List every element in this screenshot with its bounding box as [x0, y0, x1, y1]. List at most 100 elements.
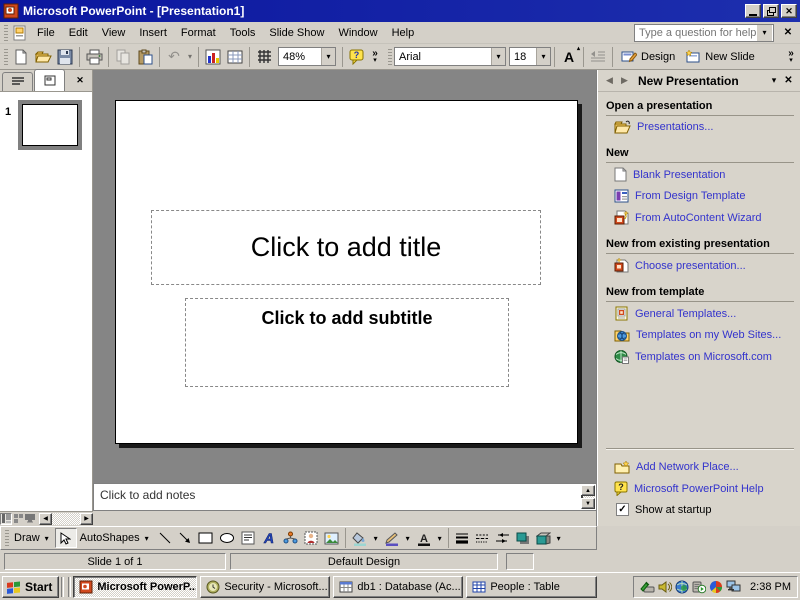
show-at-startup-checkbox[interactable]: ✓	[616, 503, 629, 516]
dash-style-button[interactable]	[472, 528, 492, 548]
oval-button[interactable]	[216, 528, 238, 548]
taskbar-button-db1[interactable]: db1 : Database (Ac...	[333, 575, 464, 598]
fill-color-button[interactable]	[349, 528, 371, 548]
subtitle-placeholder[interactable]: Click to add subtitle	[185, 298, 509, 387]
slide-canvas[interactable]: Click to add title Click to add subtitle	[115, 100, 578, 444]
status-design-name[interactable]: Default Design	[230, 553, 498, 570]
notes-pane[interactable]: Click to add notes ▲ ▼	[93, 483, 597, 511]
tab-outline[interactable]	[2, 72, 33, 91]
print-button[interactable]	[83, 46, 105, 68]
drawing-toolbar-gripper[interactable]	[5, 530, 9, 546]
insert-chart-button[interactable]	[202, 46, 224, 68]
horizontal-scrollbar-track[interactable]	[52, 512, 80, 525]
standard-toolbar-gripper[interactable]	[4, 48, 8, 65]
menu-format[interactable]: Format	[174, 24, 223, 42]
copy-button[interactable]	[112, 46, 134, 68]
restore-button[interactable]	[763, 4, 779, 18]
diagram-button[interactable]	[280, 528, 301, 548]
task-pane-dropdown-icon[interactable]: ▾	[767, 75, 781, 86]
fill-color-dropdown-icon[interactable]: ▾	[371, 534, 381, 543]
sql-server-service-icon[interactable]	[692, 580, 707, 594]
undo-dropdown-icon[interactable]: ▾	[185, 52, 195, 61]
link-general-templates[interactable]: General Templates...	[606, 302, 794, 324]
notes-scroll-up-button[interactable]: ▲	[581, 485, 595, 496]
font-name-dropdown-icon[interactable]: ▾	[491, 48, 505, 65]
link-from-autocontent-wizard[interactable]: From AutoContent Wizard	[606, 206, 794, 228]
minimize-button[interactable]	[745, 4, 761, 18]
font-size-dropdown-icon[interactable]: ▾	[536, 48, 550, 65]
link-presentations[interactable]: Presentations...	[606, 116, 794, 137]
clip-art-button[interactable]	[301, 528, 321, 548]
menu-edit[interactable]: Edit	[62, 24, 95, 42]
ask-dropdown-icon[interactable]: ▾	[757, 24, 772, 41]
menubar-gripper[interactable]	[4, 24, 8, 41]
powerpoint-app-icon[interactable]	[3, 3, 19, 19]
insert-table-button[interactable]	[224, 46, 246, 68]
slide-show-view-button[interactable]	[24, 513, 36, 525]
zoom-dropdown-icon[interactable]: ▾	[321, 48, 335, 65]
link-choose-presentation[interactable]: Choose presentation...	[606, 254, 794, 276]
show-grid-button[interactable]	[253, 46, 275, 68]
scroll-left-button[interactable]: ◀	[39, 512, 52, 525]
line-color-dropdown-icon[interactable]: ▾	[403, 534, 413, 543]
taskbar-button-security[interactable]: Security - Microsoft...	[200, 575, 331, 598]
close-pane-button[interactable]: ✕	[72, 73, 88, 88]
volume-icon[interactable]	[658, 580, 673, 594]
link-from-design-template[interactable]: From Design Template	[606, 185, 794, 206]
font-size-combobox[interactable]: 18 ▾	[509, 47, 551, 66]
menu-slide-show[interactable]: Slide Show	[262, 24, 331, 42]
ask-question-box[interactable]: ▾	[634, 23, 774, 42]
menu-insert[interactable]: Insert	[132, 24, 174, 42]
line-style-button[interactable]	[452, 528, 472, 548]
normal-view-button[interactable]	[0, 512, 12, 525]
new-button[interactable]	[10, 46, 32, 68]
font-name-combobox[interactable]: Arial ▾	[394, 47, 506, 66]
save-button[interactable]	[54, 46, 76, 68]
taskbar-button-powerpoint[interactable]: Microsoft PowerP...	[73, 575, 198, 598]
paste-button[interactable]	[134, 46, 156, 68]
title-placeholder[interactable]: Click to add title	[151, 210, 541, 285]
link-templates-web-sites[interactable]: Templates on my Web Sites...	[606, 324, 794, 345]
slide-1-thumbnail[interactable]	[18, 100, 82, 150]
arrow-style-button[interactable]	[492, 528, 513, 548]
menu-file[interactable]: File	[30, 24, 62, 42]
font-color-button[interactable]: A	[413, 528, 435, 548]
menu-help[interactable]: Help	[385, 24, 422, 42]
notes-scrollbar[interactable]: ▲ ▼	[581, 485, 595, 509]
link-templates-microsoft[interactable]: Templates on Microsoft.com	[606, 345, 794, 367]
notes-placeholder[interactable]: Click to add notes	[100, 488, 195, 502]
formatting-toolbar-options-button[interactable]: » ▾	[784, 46, 798, 68]
standard-toolbar-options-button[interactable]: » ▾	[368, 46, 382, 68]
notes-scroll-down-button[interactable]: ▼	[581, 498, 595, 509]
arrow-button[interactable]	[175, 528, 195, 548]
formatting-toolbar-gripper[interactable]	[388, 48, 392, 65]
task-pane-back-button[interactable]: ◀	[602, 73, 617, 88]
new-slide-button[interactable]: New Slide	[680, 46, 760, 68]
menu-view[interactable]: View	[95, 24, 133, 42]
scroll-right-button[interactable]: ▶	[80, 512, 93, 525]
tab-slides[interactable]	[34, 69, 65, 91]
select-objects-button[interactable]	[54, 528, 77, 548]
taskbar-button-people-table[interactable]: People : Table	[466, 575, 598, 598]
rectangle-button[interactable]	[195, 528, 216, 548]
shadow-style-button[interactable]	[513, 528, 533, 548]
start-button[interactable]: Start	[2, 575, 60, 598]
drawbar-options-dropdown-icon[interactable]: ▾	[554, 534, 564, 543]
globe-network-icon[interactable]	[675, 580, 689, 594]
line-button[interactable]	[155, 528, 175, 548]
draw-menu-button[interactable]: Draw ▾	[11, 528, 55, 548]
safely-remove-hardware-icon[interactable]	[640, 580, 655, 594]
menu-window[interactable]: Window	[331, 24, 384, 42]
menu-tools[interactable]: Tools	[223, 24, 263, 42]
link-add-network-place[interactable]: Add Network Place...	[606, 456, 794, 477]
msn-sphere-icon[interactable]	[709, 580, 723, 594]
increase-font-size-button[interactable]: A ▴	[558, 46, 580, 68]
link-powerpoint-help[interactable]: ? Microsoft PowerPoint Help	[606, 477, 794, 499]
zoom-combobox[interactable]: 48% ▾	[278, 47, 336, 66]
help-button[interactable]: ?	[346, 46, 368, 68]
design-button[interactable]: Design	[616, 46, 680, 68]
task-pane-forward-button[interactable]: ▶	[617, 73, 632, 88]
link-blank-presentation[interactable]: Blank Presentation	[606, 163, 794, 185]
threed-style-button[interactable]	[533, 528, 554, 548]
wordart-button[interactable]: A	[258, 528, 280, 548]
